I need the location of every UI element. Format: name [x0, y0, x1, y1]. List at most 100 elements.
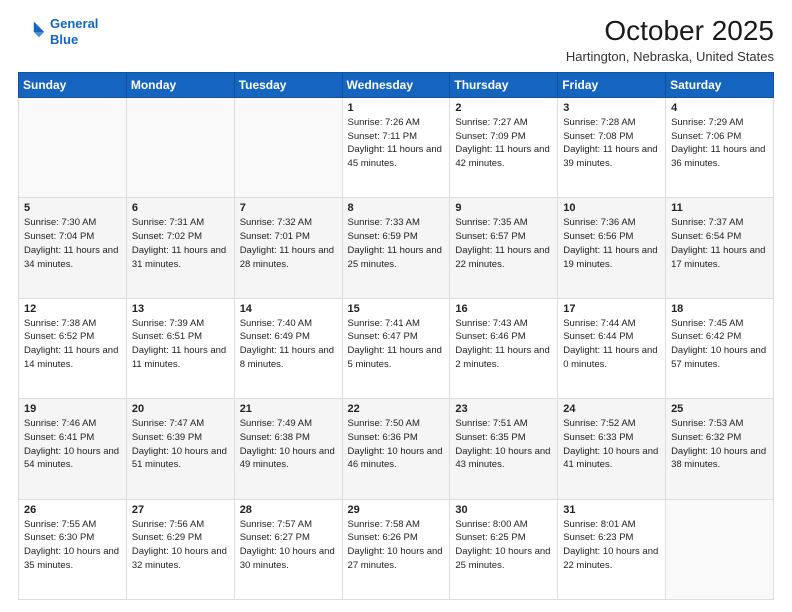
day-info: Sunrise: 7:46 AMSunset: 6:41 PMDaylight:… [24, 417, 121, 472]
day-info: Sunrise: 7:30 AMSunset: 7:04 PMDaylight:… [24, 216, 121, 271]
header-row: SundayMondayTuesdayWednesdayThursdayFrid… [19, 72, 774, 97]
week-row-2: 12 Sunrise: 7:38 AMSunset: 6:52 PMDayligh… [19, 298, 774, 398]
week-row-1: 5 Sunrise: 7:30 AMSunset: 7:04 PMDaylight… [19, 198, 774, 298]
week-row-4: 26Sunrise: 7:55 AMSunset: 6:30 PMDayligh… [19, 499, 774, 599]
day-info: Sunrise: 7:47 AMSunset: 6:39 PMDaylight:… [132, 417, 229, 472]
day-info: Sunrise: 7:56 AMSunset: 6:29 PMDaylight:… [132, 518, 229, 573]
day-cell: 16Sunrise: 7:43 AMSunset: 6:46 PMDayligh… [450, 298, 558, 398]
day-info: Sunrise: 7:37 AMSunset: 6:54 PMDaylight:… [671, 216, 768, 271]
day-cell: 4Sunrise: 7:29 AMSunset: 7:06 PMDaylight… [666, 97, 774, 197]
day-cell: 25Sunrise: 7:53 AMSunset: 6:32 PMDayligh… [666, 399, 774, 499]
day-number: 29 [348, 504, 445, 516]
day-cell: 15 Sunrise: 7:41 AMSunset: 6:47 PMDayligh… [342, 298, 450, 398]
day-cell: 7Sunrise: 7:32 AMSunset: 7:01 PMDaylight… [234, 198, 342, 298]
day-number: 31 [563, 504, 660, 516]
day-number: 13 [132, 303, 229, 315]
day-cell: 22 Sunrise: 7:50 AMSunset: 6:36 PMDayligh… [342, 399, 450, 499]
day-cell: 28Sunrise: 7:57 AMSunset: 6:27 PMDayligh… [234, 499, 342, 599]
col-header-tuesday: Tuesday [234, 72, 342, 97]
day-cell: 12 Sunrise: 7:38 AMSunset: 6:52 PMDayligh… [19, 298, 127, 398]
day-cell: 18Sunrise: 7:45 AMSunset: 6:42 PMDayligh… [666, 298, 774, 398]
week-row-0: 1 Sunrise: 7:26 AMSunset: 7:11 PMDaylight… [19, 97, 774, 197]
day-cell: 9 Sunrise: 7:35 AMSunset: 6:57 PMDaylight… [450, 198, 558, 298]
day-cell: 14Sunrise: 7:40 AMSunset: 6:49 PMDayligh… [234, 298, 342, 398]
day-cell: 19 Sunrise: 7:46 AMSunset: 6:41 PMDayligh… [19, 399, 127, 499]
logo: General Blue [18, 16, 98, 47]
logo-blue-word: Blue [50, 32, 78, 47]
logo-text: General Blue [50, 16, 98, 47]
day-info: Sunrise: 7:44 AMSunset: 6:44 PMDaylight:… [563, 317, 660, 372]
day-info: Sunrise: 7:39 AMSunset: 6:51 PMDaylight:… [132, 317, 229, 372]
day-number: 6 [132, 202, 229, 214]
day-cell: 11Sunrise: 7:37 AMSunset: 6:54 PMDayligh… [666, 198, 774, 298]
col-header-wednesday: Wednesday [342, 72, 450, 97]
day-number: 22 [348, 403, 445, 415]
day-number: 18 [671, 303, 768, 315]
day-number: 27 [132, 504, 229, 516]
day-number: 1 [348, 102, 445, 114]
day-number: 17 [563, 303, 660, 315]
day-cell: 2Sunrise: 7:27 AMSunset: 7:09 PMDaylight… [450, 97, 558, 197]
day-info: Sunrise: 7:26 AMSunset: 7:11 PMDaylight:… [348, 116, 445, 171]
day-number: 10 [563, 202, 660, 214]
day-info: Sunrise: 7:28 AMSunset: 7:08 PMDaylight:… [563, 116, 660, 171]
day-info: Sunrise: 7:50 AMSunset: 6:36 PMDaylight:… [348, 417, 445, 472]
day-number: 8 [348, 202, 445, 214]
day-cell [234, 97, 342, 197]
day-info: Sunrise: 7:33 AMSunset: 6:59 PMDaylight:… [348, 216, 445, 271]
logo-icon [18, 18, 46, 46]
col-header-saturday: Saturday [666, 72, 774, 97]
day-info: Sunrise: 7:31 AMSunset: 7:02 PMDaylight:… [132, 216, 229, 271]
day-info: Sunrise: 8:01 AMSunset: 6:23 PMDaylight:… [563, 518, 660, 573]
day-info: Sunrise: 7:38 AMSunset: 6:52 PMDaylight:… [24, 317, 121, 372]
day-cell: 13 Sunrise: 7:39 AMSunset: 6:51 PMDayligh… [126, 298, 234, 398]
day-cell: 17 Sunrise: 7:44 AMSunset: 6:44 PMDayligh… [558, 298, 666, 398]
day-cell: 26Sunrise: 7:55 AMSunset: 6:30 PMDayligh… [19, 499, 127, 599]
day-cell: 20Sunrise: 7:47 AMSunset: 6:39 PMDayligh… [126, 399, 234, 499]
day-number: 23 [455, 403, 552, 415]
day-cell: 10 Sunrise: 7:36 AMSunset: 6:56 PMDayligh… [558, 198, 666, 298]
day-number: 5 [24, 202, 121, 214]
calendar-table: SundayMondayTuesdayWednesdayThursdayFrid… [18, 72, 774, 600]
day-cell: 31 Sunrise: 8:01 AMSunset: 6:23 PMDayligh… [558, 499, 666, 599]
day-number: 26 [24, 504, 121, 516]
col-header-sunday: Sunday [19, 72, 127, 97]
day-number: 4 [671, 102, 768, 114]
day-cell: 27 Sunrise: 7:56 AMSunset: 6:29 PMDayligh… [126, 499, 234, 599]
day-cell [666, 499, 774, 599]
day-number: 16 [455, 303, 552, 315]
logo-general: General [50, 16, 98, 31]
day-number: 15 [348, 303, 445, 315]
day-cell [19, 97, 127, 197]
day-number: 19 [24, 403, 121, 415]
day-cell: 5 Sunrise: 7:30 AMSunset: 7:04 PMDaylight… [19, 198, 127, 298]
day-cell: 1 Sunrise: 7:26 AMSunset: 7:11 PMDaylight… [342, 97, 450, 197]
day-info: Sunrise: 7:35 AMSunset: 6:57 PMDaylight:… [455, 216, 552, 271]
day-info: Sunrise: 7:27 AMSunset: 7:09 PMDaylight:… [455, 116, 552, 171]
day-number: 21 [240, 403, 337, 415]
day-cell: 30Sunrise: 8:00 AMSunset: 6:25 PMDayligh… [450, 499, 558, 599]
day-number: 30 [455, 504, 552, 516]
main-title: October 2025 [566, 16, 774, 47]
day-number: 24 [563, 403, 660, 415]
day-cell: 24Sunrise: 7:52 AMSunset: 6:33 PMDayligh… [558, 399, 666, 499]
day-info: Sunrise: 7:40 AMSunset: 6:49 PMDaylight:… [240, 317, 337, 372]
day-cell: 29Sunrise: 7:58 AMSunset: 6:26 PMDayligh… [342, 499, 450, 599]
day-number: 9 [455, 202, 552, 214]
day-cell: 3 Sunrise: 7:28 AMSunset: 7:08 PMDaylight… [558, 97, 666, 197]
day-cell [126, 97, 234, 197]
day-info: Sunrise: 7:57 AMSunset: 6:27 PMDaylight:… [240, 518, 337, 573]
day-number: 12 [24, 303, 121, 315]
day-cell: 23Sunrise: 7:51 AMSunset: 6:35 PMDayligh… [450, 399, 558, 499]
col-header-friday: Friday [558, 72, 666, 97]
day-info: Sunrise: 7:53 AMSunset: 6:32 PMDaylight:… [671, 417, 768, 472]
day-info: Sunrise: 7:41 AMSunset: 6:47 PMDaylight:… [348, 317, 445, 372]
day-info: Sunrise: 7:36 AMSunset: 6:56 PMDaylight:… [563, 216, 660, 271]
col-header-monday: Monday [126, 72, 234, 97]
day-cell: 6 Sunrise: 7:31 AMSunset: 7:02 PMDaylight… [126, 198, 234, 298]
day-cell: 8 Sunrise: 7:33 AMSunset: 6:59 PMDaylight… [342, 198, 450, 298]
page: General Blue October 2025 Hartington, Ne… [0, 0, 792, 612]
header: General Blue October 2025 Hartington, Ne… [18, 16, 774, 64]
day-number: 3 [563, 102, 660, 114]
day-number: 7 [240, 202, 337, 214]
